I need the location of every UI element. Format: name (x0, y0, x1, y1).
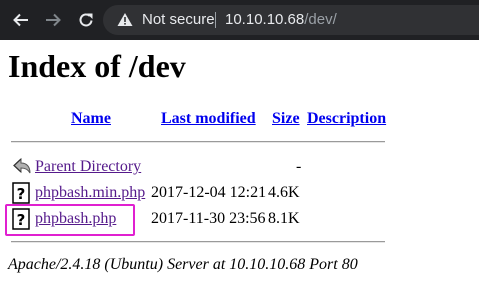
reload-button[interactable] (75, 9, 97, 31)
back-arrow-icon (13, 157, 31, 174)
arrow-left-icon (13, 13, 28, 27)
sort-by-description-link[interactable]: Description (307, 107, 386, 131)
url-text[interactable]: 10.10.10.68/dev/ (225, 11, 337, 28)
highlight-box (5, 204, 135, 236)
sort-by-size-link[interactable]: Size (272, 107, 300, 131)
url-path: /dev/ (304, 11, 337, 28)
footer-divider (11, 241, 385, 243)
parent-directory-size: - (296, 158, 302, 175)
url-host: 10.10.10.68 (225, 11, 305, 28)
forward-button[interactable] (42, 9, 64, 31)
file-size-phpbash: 8.1K (268, 210, 300, 227)
page-title: Index of /dev (8, 48, 186, 84)
file-size-phpbash-min: 4.6K (268, 184, 300, 201)
sort-by-name-link[interactable]: Name (71, 107, 111, 131)
header-divider (11, 141, 385, 143)
svg-text:?: ? (17, 185, 26, 203)
omnibox-divider (215, 12, 216, 28)
back-button[interactable] (10, 9, 32, 31)
security-status[interactable]: Not secure (142, 11, 215, 28)
parent-directory-link[interactable]: Parent Directory (35, 156, 141, 178)
address-bar[interactable]: Not secure 10.10.10.68/dev/ (103, 5, 479, 35)
file-modified-phpbash-min: 2017-12-04 12:21 (151, 184, 267, 201)
unknown-file-icon: ? (12, 182, 30, 204)
browser-toolbar: Not secure 10.10.10.68/dev/ (0, 0, 479, 40)
server-signature: Apache/2.4.18 (Ubuntu) Server at 10.10.1… (8, 256, 358, 273)
reload-icon (79, 13, 93, 27)
file-link-phpbash-min[interactable]: phpbash.min.php (35, 182, 145, 204)
arrow-right-icon (46, 13, 61, 27)
sort-by-last-modified-link[interactable]: Last modified (161, 107, 256, 131)
warning-icon[interactable] (117, 12, 133, 27)
file-modified-phpbash: 2017-11-30 23:56 (151, 210, 266, 227)
